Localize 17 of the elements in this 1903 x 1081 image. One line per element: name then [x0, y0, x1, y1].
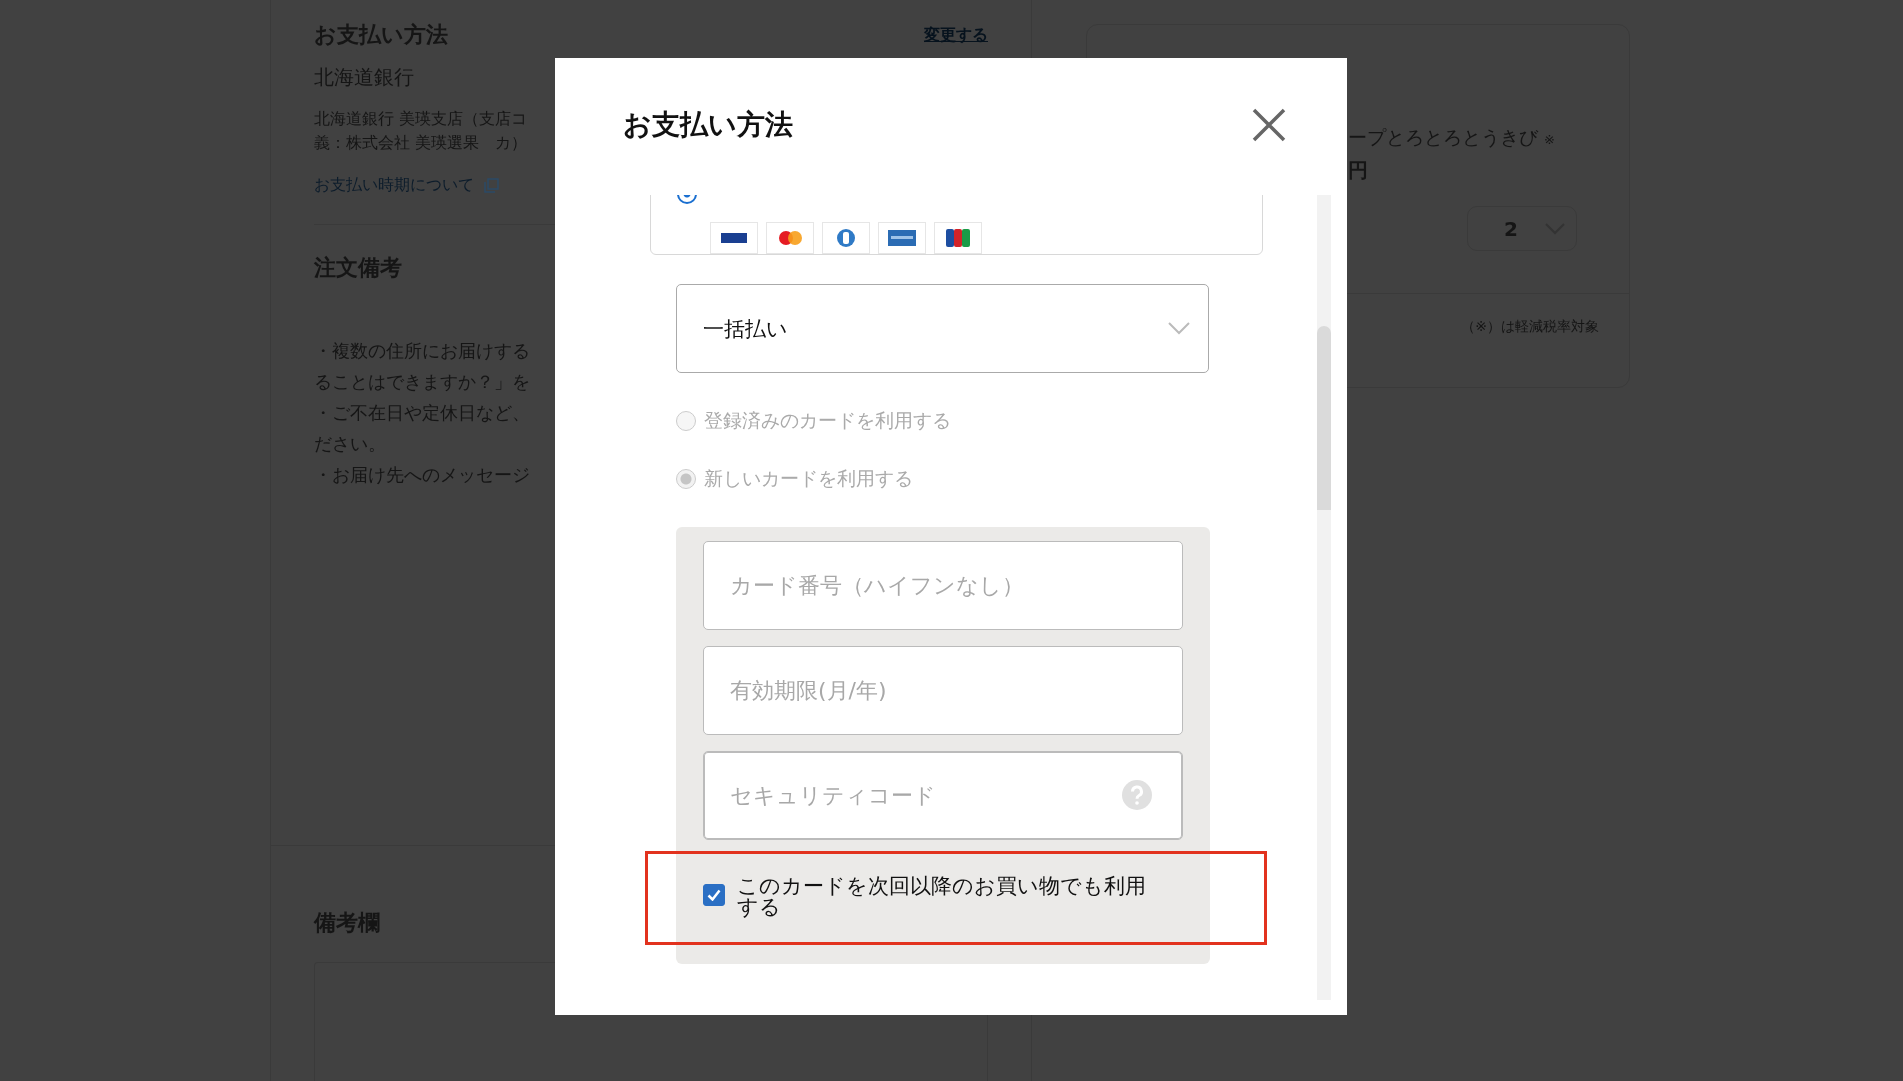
scrollbar-thumb[interactable] — [1317, 326, 1331, 510]
installment-select[interactable]: 一括払い — [676, 284, 1209, 373]
checkbox[interactable] — [703, 884, 725, 906]
card-input-field[interactable]: セキュリティコード — [703, 751, 1183, 840]
checkmark-icon — [707, 889, 721, 901]
save-card-label: このカードを次回以降のお買い物でも利用する — [737, 876, 1147, 918]
dialog-title: お支払い方法 — [623, 106, 793, 143]
card-option-box[interactable] — [650, 195, 1263, 255]
tax-mark: ※ — [1544, 132, 1555, 147]
chevron-down-icon — [1168, 322, 1190, 335]
card-input-field[interactable]: カード番号（ハイフンなし） — [703, 541, 1183, 630]
close-button[interactable] — [1251, 106, 1287, 143]
external-link-icon — [484, 178, 499, 193]
change-link[interactable]: 変更する — [924, 24, 988, 46]
scrollbar-track[interactable] — [1317, 195, 1331, 1000]
card-input-field[interactable]: 有効期限(月/年) — [703, 646, 1183, 735]
close-icon — [1251, 106, 1287, 143]
